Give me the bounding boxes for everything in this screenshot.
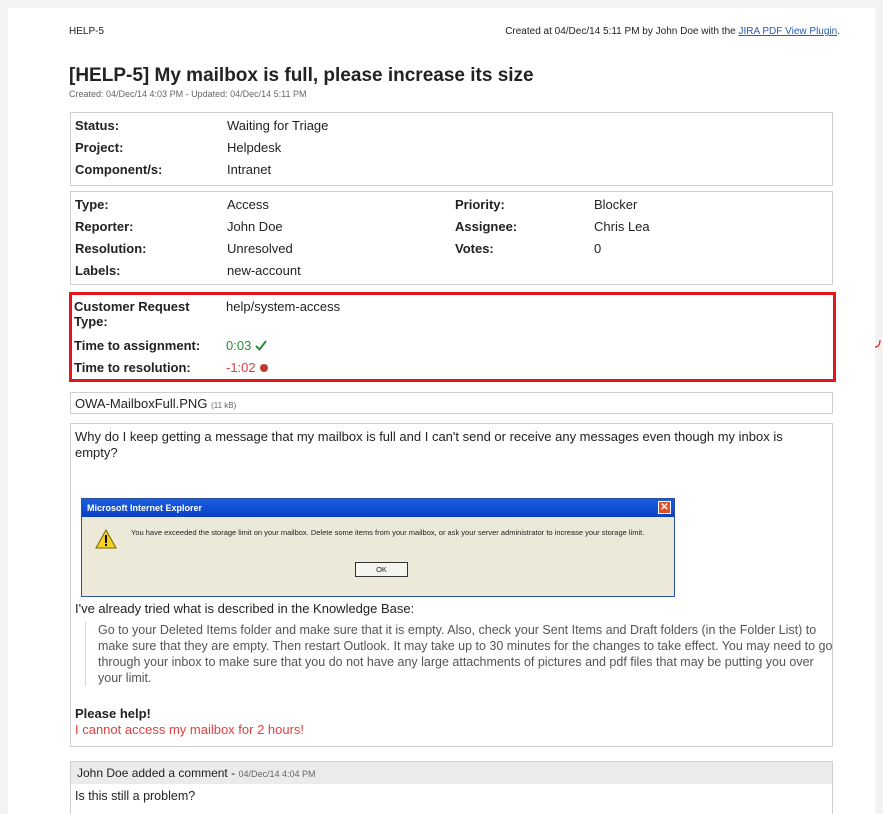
resolution-value: Unresolved <box>227 241 293 256</box>
dialog-title: Microsoft Internet Explorer <box>87 503 203 513</box>
detail-fields-box: Type: Access Reporter: John Doe Resoluti… <box>70 191 833 285</box>
time-to-resolution-value: -1:02 <box>226 360 256 375</box>
priority-value: Blocker <box>594 197 638 212</box>
time-to-assignment-value: 0:03 <box>226 338 252 353</box>
close-icon: ✕ <box>658 501 671 514</box>
dialog-ok-button: OK <box>355 562 408 577</box>
time-to-resolution-sla: -1:02 <box>226 360 269 375</box>
description-box: Why do I keep getting a message that my … <box>70 423 833 747</box>
kb-intro: I've already tried what is described in … <box>75 601 415 616</box>
time-to-assignment-label: Time to assignment: <box>74 338 201 353</box>
type-label: Type: <box>75 197 109 212</box>
time-to-assignment-sla: 0:03 <box>226 338 267 353</box>
assignee-value: Chris Lea <box>594 219 650 234</box>
pdf-page: HELP-5 Created at 04/Dec/14 5:11 PM by J… <box>8 8 875 814</box>
annotation-arrow-fragment <box>872 336 882 348</box>
description-question: Why do I keep getting a message that my … <box>75 429 783 460</box>
time-to-resolution-label: Time to resolution: <box>74 360 191 375</box>
attachment-name: OWA-MailboxFull.PNG <box>75 396 208 411</box>
please-help-text: Please help! <box>75 706 151 721</box>
request-type-value: help/system-access <box>226 299 341 314</box>
comment-timestamp: 04/Dec/14 4:04 PM <box>238 769 316 779</box>
votes-label: Votes: <box>455 241 494 256</box>
labels-value: new-account <box>227 263 301 278</box>
attachment-size: (11 kB) <box>211 401 237 410</box>
error-dialog-screenshot: Microsoft Internet Explorer ✕ You have e… <box>81 498 675 597</box>
type-value: Access <box>227 197 269 212</box>
component-label: Component/s: <box>75 162 163 177</box>
status-value: Waiting for Triage <box>227 118 329 133</box>
assignee-label: Assignee: <box>455 219 518 234</box>
dialog-titlebar: Microsoft Internet Explorer ✕ <box>82 499 674 517</box>
service-desk-box: Customer Request Type: help/system-acces… <box>69 292 836 382</box>
project-label: Project: <box>75 140 124 155</box>
reporter-label: Reporter: <box>75 219 134 234</box>
resolution-label: Resolution: <box>75 241 147 256</box>
issue-title: [HELP-5] My mailbox is full, please incr… <box>69 65 534 86</box>
request-type-label: Customer Request Type: <box>74 299 190 329</box>
component-value: Intranet <box>227 162 272 177</box>
created-by-suffix: . <box>837 26 840 37</box>
project-value: Helpdesk <box>227 140 282 155</box>
created-by-header: Created at 04/Dec/14 5:11 PM by John Doe… <box>505 26 840 37</box>
check-icon <box>255 338 267 353</box>
attachment-item[interactable]: OWA-MailboxFull.PNG (11 kB) <box>75 396 236 411</box>
dialog-message: You have exceeded the storage limit on y… <box>131 528 645 537</box>
warning-icon <box>95 528 117 554</box>
kb-quote: Go to your Deleted Items folder and make… <box>85 622 836 686</box>
issue-key-header: HELP-5 <box>69 26 105 37</box>
comment-box: John Doe added a comment - 04/Dec/14 4:0… <box>70 761 833 814</box>
urgent-text: I cannot access my mailbox for 2 hours! <box>75 722 305 737</box>
status-label: Status: <box>75 118 120 133</box>
breached-dot-icon <box>259 360 269 375</box>
labels-label: Labels: <box>75 263 121 278</box>
priority-label: Priority: <box>455 197 505 212</box>
comment-header: John Doe added a comment - 04/Dec/14 4:0… <box>71 762 832 784</box>
summary-fields-box: Status: Waiting for Triage Project: Help… <box>70 112 833 186</box>
plugin-link[interactable]: JIRA PDF View Plugin <box>738 26 837 37</box>
attachment-box: OWA-MailboxFull.PNG (11 kB) <box>70 392 833 414</box>
comment-body: Is this still a problem? <box>75 789 196 803</box>
votes-value: 0 <box>594 241 602 256</box>
comment-author: John Doe added a comment - <box>77 766 239 780</box>
created-by-text: Created at 04/Dec/14 5:11 PM by John Doe… <box>505 26 739 37</box>
issue-dates: Created: 04/Dec/14 4:03 PM - Updated: 04… <box>69 89 307 99</box>
reporter-value: John Doe <box>227 219 283 234</box>
